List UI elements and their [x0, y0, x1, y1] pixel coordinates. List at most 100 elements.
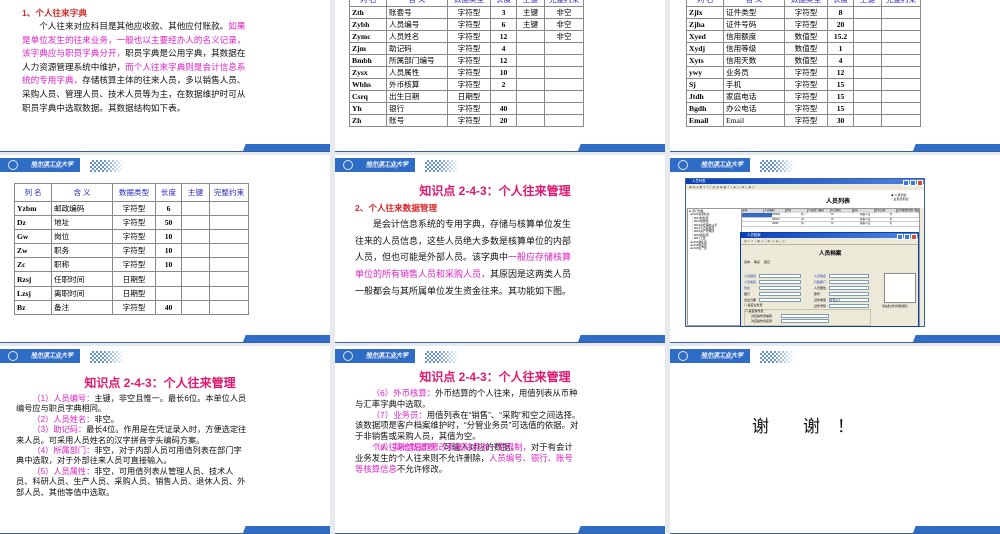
table-row: Dz地址字符型50	[15, 216, 249, 230]
field-input[interactable]	[829, 280, 869, 284]
field-input[interactable]	[759, 292, 801, 296]
logo-en: Harbin Institute of Technology	[31, 166, 63, 169]
photo-box[interactable]	[884, 273, 916, 303]
table-cell: Yh	[350, 103, 387, 115]
tab-basic[interactable]: 基本	[744, 260, 750, 264]
field-label: 账号	[814, 292, 820, 296]
slide-heading: 2、个人往来数据管理	[355, 202, 437, 214]
slide-thumbnail-4[interactable]: 哈尔滨工业大学Harbin Institute of Technology 列 …	[0, 155, 330, 343]
table-cell: Gw	[15, 230, 52, 244]
list-item: （4）所属部门：非空，对于内部人员可用值列表在部门字典中选取，对于外部往来人员可…	[16, 446, 248, 467]
table-cell	[882, 31, 921, 43]
list-item: （1）人员编号：主键，非空且惟一。最长6位。本单位人员编号应与职员字典相同。	[16, 394, 248, 415]
grid-cell: 郭…	[801, 218, 831, 222]
slide-thumbnail-1[interactable]: 1、个人往来字典 个人往来对应科目是其他应收款、其他应付账款。如果是单位发生的往…	[0, 0, 330, 152]
table-cell: 6	[491, 19, 517, 31]
table-cell	[545, 67, 584, 79]
table-row: Zymc人员姓名字符型12非空	[350, 31, 584, 43]
dialog-title: 人员档案	[747, 233, 761, 237]
table-cell: 人员姓名	[387, 31, 448, 43]
table-cell	[182, 272, 210, 286]
table-cell: 银行	[387, 103, 448, 115]
field-input[interactable]	[829, 286, 869, 290]
university-logo: 哈尔滨工业大学Harbin Institute of Technology	[335, 158, 415, 172]
table-cell	[182, 244, 210, 258]
slide-thumbnail-8[interactable]: 哈尔滨工业大学Harbin Institute of Technology 知识…	[335, 346, 665, 534]
grid-cell: 在职人员	[860, 218, 890, 222]
field-label: 行政部门	[814, 280, 826, 284]
table-cell	[517, 67, 545, 79]
operator-name-field[interactable]	[781, 319, 829, 323]
table-cell: 字符型	[448, 79, 491, 91]
table-cell: 字符型	[785, 67, 828, 79]
field-label: 人员姓名	[814, 274, 826, 278]
slide-thumbnail-9[interactable]: 哈尔滨工业大学Harbin Institute of Technology 谢 …	[670, 346, 1000, 534]
table-cell: 外币核算	[387, 79, 448, 91]
table-cell	[854, 91, 882, 103]
field-input[interactable]: 身份证 ▾	[829, 298, 869, 302]
university-logo: 哈尔滨工业大学Harbin Institute of Technology	[670, 158, 750, 172]
slide-thumbnail-2[interactable]: 列 名含 义数据类型长度主键完整约束Zth账套号字符型3主键非空Zybh人员编号…	[335, 0, 665, 152]
field-input[interactable]	[759, 298, 801, 302]
table-row: Lzsj离职时间日期型	[15, 286, 249, 300]
operator-code-field[interactable]	[781, 314, 829, 318]
table-cell: 15	[828, 103, 854, 115]
table-cell: 10	[156, 230, 182, 244]
field-label: 人员属性	[814, 286, 826, 290]
dialog-tabs: 基本 联系 其它	[744, 260, 770, 264]
grid-cell	[742, 222, 772, 226]
table-row: Sj手机字符型15	[687, 79, 921, 91]
table-cell: 1	[828, 43, 854, 55]
checker-decoration	[425, 351, 459, 363]
table-cell	[854, 7, 882, 19]
grid-cell	[742, 213, 772, 217]
table-cell: 字符型	[113, 300, 156, 314]
table-cell: 人员编号	[387, 19, 448, 31]
table-row: Zjm助记码字符型4	[350, 43, 584, 55]
tab-other[interactable]: 其它	[764, 260, 770, 264]
field-input[interactable]	[759, 274, 801, 278]
table-cell	[156, 286, 182, 300]
table-cell: 字符型	[785, 79, 828, 91]
table-cell: 12	[828, 67, 854, 79]
field-input[interactable]	[759, 280, 801, 284]
table-cell	[210, 258, 249, 272]
close-icon	[911, 234, 917, 240]
table-cell: 8	[828, 7, 854, 19]
table-cell	[545, 115, 584, 127]
slide-thumbnail-7[interactable]: 哈尔滨工业大学Harbin Institute of Technology 知识…	[0, 346, 330, 534]
checkbox-salesman[interactable]: ☐ 是否业务员	[744, 303, 763, 307]
field-input[interactable]	[829, 292, 869, 296]
field-label: 性别	[744, 286, 750, 290]
table-cell: Zc	[15, 258, 52, 272]
item-label: （4）所属部门：	[32, 446, 94, 455]
grid-cell: 男	[890, 213, 920, 217]
field-input[interactable]	[759, 286, 801, 290]
footer-line	[335, 342, 665, 344]
table-cell: 字符型	[785, 115, 828, 127]
table-cell	[182, 258, 210, 272]
tab-contact[interactable]: 联系	[754, 260, 760, 264]
slide-title: 知识点 2-4-3：个人往来管理	[335, 182, 665, 199]
field-input[interactable]	[829, 304, 869, 308]
field-input[interactable]	[829, 274, 869, 278]
table-cell: 字符型	[448, 31, 491, 43]
table-cell: 字符型	[113, 244, 156, 258]
slide-thumbnail-5[interactable]: 哈尔滨工业大学Harbin Institute of Technology 知识…	[335, 155, 665, 343]
table-cell: 4	[491, 43, 517, 55]
checkbox-operator[interactable]: ☐ 是否操作员	[745, 309, 764, 313]
list-item: （2）人员姓名：非空。	[16, 415, 248, 425]
footer-line	[0, 151, 330, 153]
table-cell: 非空	[545, 7, 584, 19]
slide-thumbnail-6[interactable]: 哈尔滨工业大学Harbin Institute of Technology 人员…	[670, 155, 1000, 343]
table-cell: 字符型	[448, 43, 491, 55]
university-logo: 哈尔滨工业大学Harbin Institute of Technology	[0, 158, 80, 172]
item-label: （6）外币核算：	[372, 388, 435, 398]
table-cell: 10	[491, 67, 517, 79]
table-cell: 职称	[52, 258, 113, 272]
slide-thumbnail-3[interactable]: 列 名含 义数据类型长度主键完整约束Zjlx证件类型字符型8Zjha证件号码字符…	[670, 0, 1000, 152]
grid-cell: 男	[890, 218, 920, 222]
table-cell: Zjha	[687, 19, 724, 31]
table-cell: Zybh	[350, 19, 387, 31]
field-label: 出生日期	[744, 298, 756, 302]
